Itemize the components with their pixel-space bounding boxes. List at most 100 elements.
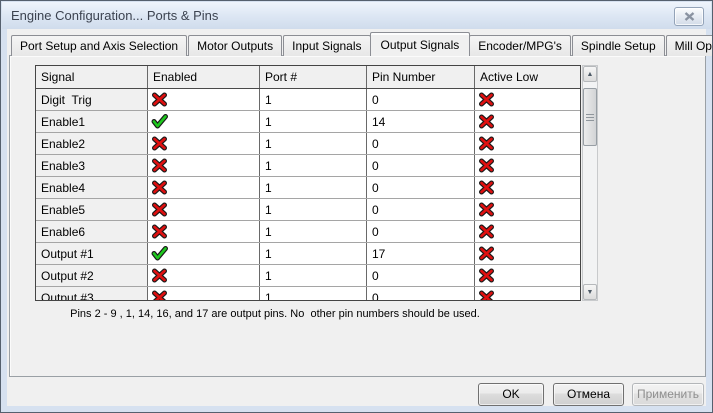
pin-number-cell[interactable]: 0 xyxy=(367,199,475,220)
engine-configuration-dialog: Engine Configuration... Ports & Pins Por… xyxy=(0,0,713,413)
cross-icon xyxy=(151,136,168,151)
port-cell[interactable]: 1 xyxy=(260,287,367,301)
active-low-cell[interactable] xyxy=(475,199,580,220)
signal-cell: Output #3 xyxy=(36,287,148,301)
port-cell[interactable]: 1 xyxy=(260,89,367,110)
pin-number-cell[interactable]: 0 xyxy=(367,221,475,242)
pin-number-cell[interactable]: 0 xyxy=(367,89,475,110)
cross-icon xyxy=(478,92,495,107)
title-bar[interactable]: Engine Configuration... Ports & Pins xyxy=(2,2,711,29)
port-cell[interactable]: 1 xyxy=(260,111,367,132)
enabled-cell[interactable] xyxy=(148,243,260,264)
tab-strip: Port Setup and Axis SelectionMotor Outpu… xyxy=(11,32,713,56)
column-header-signal: Signal xyxy=(36,66,148,88)
enabled-cell[interactable] xyxy=(148,177,260,198)
tab-output-signals[interactable]: Output Signals xyxy=(370,32,471,56)
tab-input-signals[interactable]: Input Signals xyxy=(283,35,370,56)
active-low-cell[interactable] xyxy=(475,133,580,154)
scrollbar-up-button[interactable]: ▲ xyxy=(583,66,597,82)
pin-number-cell[interactable]: 17 xyxy=(367,243,475,264)
scrollbar-thumb[interactable] xyxy=(583,88,597,146)
table-row: Enable1 114 xyxy=(36,111,580,133)
signals-table: SignalEnabledPort #Pin NumberActive Low … xyxy=(35,65,581,301)
ok-button[interactable]: OK xyxy=(478,383,544,406)
apply-button[interactable]: Применить xyxy=(632,383,704,406)
table-row: Enable2 10 xyxy=(36,133,580,155)
table-row: Enable6 10 xyxy=(36,221,580,243)
signal-cell: Enable5 xyxy=(36,199,148,220)
pin-number-cell[interactable]: 0 xyxy=(367,265,475,286)
enabled-cell[interactable] xyxy=(148,265,260,286)
port-cell[interactable]: 1 xyxy=(260,221,367,242)
pin-number-cell[interactable]: 0 xyxy=(367,287,475,301)
tab-encoder-mpg-s[interactable]: Encoder/MPG's xyxy=(469,35,571,56)
enabled-cell[interactable] xyxy=(148,155,260,176)
pin-number-cell[interactable]: 0 xyxy=(367,133,475,154)
window-title: Engine Configuration... Ports & Pins xyxy=(11,8,218,23)
table-row: Enable4 10 xyxy=(36,177,580,199)
port-cell[interactable]: 1 xyxy=(260,155,367,176)
enabled-cell[interactable] xyxy=(148,89,260,110)
enabled-cell[interactable] xyxy=(148,287,260,301)
scroll-up-arrow-icon: ▲ xyxy=(587,71,594,78)
enabled-cell[interactable] xyxy=(148,199,260,220)
table-row: Output #210 xyxy=(36,265,580,287)
active-low-cell[interactable] xyxy=(475,111,580,132)
signal-cell: Enable2 xyxy=(36,133,148,154)
cross-icon xyxy=(478,114,495,129)
active-low-cell[interactable] xyxy=(475,155,580,176)
cross-icon xyxy=(478,180,495,195)
active-low-cell[interactable] xyxy=(475,221,580,242)
port-cell[interactable]: 1 xyxy=(260,177,367,198)
close-button[interactable] xyxy=(674,7,704,26)
column-header-port: Port # xyxy=(260,66,367,88)
active-low-cell[interactable] xyxy=(475,89,580,110)
cross-icon xyxy=(478,158,495,173)
signal-cell: Enable3 xyxy=(36,155,148,176)
active-low-cell[interactable] xyxy=(475,287,580,301)
table-body: Digit Trig10Enable1114Enable210Enable310… xyxy=(36,89,580,301)
port-cell[interactable]: 1 xyxy=(260,265,367,286)
table-row: Output #3 10 xyxy=(36,287,580,301)
active-low-cell[interactable] xyxy=(475,243,580,264)
scrollbar-down-button[interactable]: ▼ xyxy=(583,284,597,300)
tab-spindle-setup[interactable]: Spindle Setup xyxy=(572,35,665,56)
table-row: Enable5 10 xyxy=(36,199,580,221)
check-icon xyxy=(151,246,168,261)
scrollbar-grip-icon xyxy=(586,114,594,121)
cross-icon xyxy=(151,92,168,107)
close-icon xyxy=(684,12,695,21)
signal-cell: Digit Trig xyxy=(36,89,148,110)
vertical-scrollbar[interactable]: ▲ ▼ xyxy=(582,65,598,301)
enabled-cell[interactable] xyxy=(148,111,260,132)
column-header-pin-number: Pin Number xyxy=(367,66,475,88)
port-cell[interactable]: 1 xyxy=(260,133,367,154)
enabled-cell[interactable] xyxy=(148,221,260,242)
cross-icon xyxy=(151,268,168,283)
port-cell[interactable]: 1 xyxy=(260,243,367,264)
active-low-cell[interactable] xyxy=(475,177,580,198)
cross-icon xyxy=(478,246,495,261)
cross-icon xyxy=(478,268,495,283)
cancel-button[interactable]: Отмена xyxy=(553,383,624,406)
cross-icon xyxy=(478,136,495,151)
pin-number-cell[interactable]: 0 xyxy=(367,177,475,198)
pin-number-cell[interactable]: 0 xyxy=(367,155,475,176)
active-low-cell[interactable] xyxy=(475,265,580,286)
table-row: Output #1117 xyxy=(36,243,580,265)
pins-note: Pins 2 - 9 , 1, 14, 16, and 17 are outpu… xyxy=(1,308,549,320)
signal-cell: Enable6 xyxy=(36,221,148,242)
tab-port-setup-and-axis-selection[interactable]: Port Setup and Axis Selection xyxy=(11,35,187,56)
tab-motor-outputs[interactable]: Motor Outputs xyxy=(188,35,282,56)
enabled-cell[interactable] xyxy=(148,133,260,154)
cross-icon xyxy=(151,180,168,195)
cross-icon xyxy=(151,290,168,301)
tab-mill-options[interactable]: Mill Options xyxy=(666,35,713,56)
signal-cell: Enable4 xyxy=(36,177,148,198)
pin-number-cell[interactable]: 14 xyxy=(367,111,475,132)
column-header-active-low: Active Low xyxy=(475,66,580,88)
port-cell[interactable]: 1 xyxy=(260,199,367,220)
scrollbar-track[interactable] xyxy=(583,82,597,284)
table-row: Digit Trig 10 xyxy=(36,89,580,111)
signal-cell: Enable1 xyxy=(36,111,148,132)
